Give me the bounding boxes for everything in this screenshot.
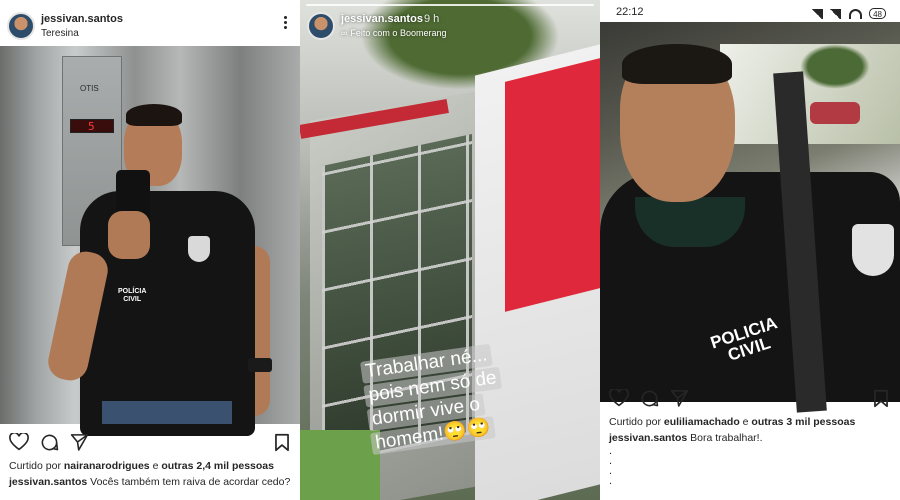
avatar[interactable]: [7, 12, 35, 40]
signal-icon: [810, 8, 823, 19]
caption-dots: . . . .: [609, 446, 613, 487]
police-badge: [188, 236, 210, 262]
liked-prefix: Curtido por: [9, 460, 61, 472]
post-username[interactable]: jessivan.santos: [41, 13, 123, 25]
grass: [300, 430, 380, 500]
jeans: [102, 401, 232, 424]
system-icons: 48: [809, 5, 886, 20]
red-facade-panel: [505, 58, 600, 312]
post-location[interactable]: Teresina: [41, 28, 79, 39]
boomerang-label[interactable]: ∞ Feito com o Boomerang: [341, 28, 446, 38]
comment-icon[interactable]: [640, 389, 659, 408]
wifi-icon: [848, 8, 862, 19]
caption-text: Bora trabalhar!.: [690, 432, 763, 444]
instagram-post-right: 22:12 48 POLICIA CIVIL Curtido por eulil…: [600, 0, 900, 500]
red-car: [810, 102, 860, 124]
shirt-text-line: CIVIL: [123, 296, 142, 303]
caption: jessivan.santos Bora trabalhar!.: [609, 432, 763, 444]
bookmark-icon[interactable]: [873, 389, 889, 408]
heart-icon[interactable]: [609, 389, 629, 407]
status-clock: 22:12: [616, 6, 644, 18]
wristwatch: [248, 358, 272, 372]
shirt-text: POLÍCIA CIVIL: [118, 288, 146, 304]
hand: [108, 211, 150, 259]
person-body: [80, 191, 255, 436]
liked-others[interactable]: outras 2,4 mil pessoas: [161, 460, 274, 472]
story-username[interactable]: jessivan.santos: [341, 13, 423, 25]
person-hair: [622, 44, 732, 84]
instagram-story[interactable]: jessivan.santos 9 h ∞ Feito com o Boomera…: [300, 0, 600, 500]
post-photo[interactable]: OTIS 5 POLÍCIA CIVIL: [0, 46, 300, 436]
caption-text: Vocês também tem raiva de acordar cedo?: [90, 476, 291, 488]
battery-icon: 48: [869, 8, 886, 20]
shirt-text-line: POLÍCIA: [118, 288, 147, 295]
status-bar: 22:12 48: [600, 0, 900, 22]
story-progress-bar: [306, 4, 594, 6]
caption-dot: .: [609, 475, 613, 487]
boomerang-text: Feito com o Boomerang: [350, 28, 447, 38]
tree: [800, 44, 870, 89]
person-hair: [126, 104, 182, 126]
share-icon[interactable]: [670, 389, 689, 407]
liked-and: e: [152, 460, 159, 472]
share-icon[interactable]: [70, 433, 89, 451]
liked-others[interactable]: outras 3 mil pessoas: [751, 416, 855, 428]
caption: jessivan.santos Vocês também tem raiva d…: [9, 476, 290, 488]
elevator-brand: OTIS: [80, 84, 99, 93]
post-actions: [600, 385, 900, 413]
police-badge: [852, 224, 894, 276]
more-options-icon[interactable]: [284, 16, 288, 32]
liked-prefix: Curtido por: [609, 416, 661, 428]
boomerang-icon: ∞: [341, 28, 348, 38]
comment-icon[interactable]: [40, 433, 59, 452]
liked-user[interactable]: nairanarodrigues: [64, 460, 150, 472]
floor-number: 5: [88, 120, 95, 133]
instagram-post-left: jessivan.santos Teresina OTIS 5 POLÍCIA …: [0, 0, 300, 500]
post-photo[interactable]: POLICIA CIVIL: [600, 22, 900, 413]
caption-username[interactable]: jessivan.santos: [609, 432, 687, 444]
caption-username[interactable]: jessivan.santos: [9, 476, 87, 488]
story-time: 9 h: [424, 13, 440, 25]
liked-by-line[interactable]: Curtido por euliliamachado e outras 3 mi…: [609, 416, 855, 428]
post-actions: [0, 428, 300, 456]
avatar[interactable]: [307, 12, 335, 40]
liked-and: e: [742, 416, 749, 428]
heart-icon[interactable]: [9, 433, 29, 451]
bookmark-icon[interactable]: [274, 433, 290, 452]
post-header: jessivan.santos Teresina: [0, 0, 300, 46]
liked-user[interactable]: euliliamachado: [664, 416, 740, 428]
signal-icon: [829, 8, 842, 19]
liked-by-line[interactable]: Curtido por nairanarodrigues e outras 2,…: [9, 460, 274, 472]
